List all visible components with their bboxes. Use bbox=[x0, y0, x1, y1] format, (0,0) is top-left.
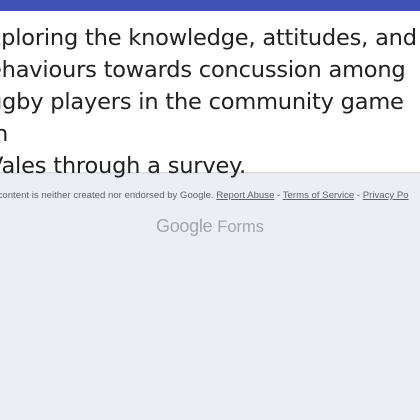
footer-disclaimer: is content is neither created nor endors… bbox=[0, 189, 420, 202]
forms-wordmark: Forms bbox=[217, 218, 264, 236]
terms-of-service-link[interactable]: Terms of Service bbox=[283, 190, 354, 201]
footer-separator: - bbox=[354, 190, 363, 201]
google-wordmark: Google bbox=[156, 216, 213, 236]
google-forms-logo[interactable]: Google Forms bbox=[156, 216, 264, 237]
form-page: xploring the knowledge, attitudes, and e… bbox=[0, 0, 420, 420]
report-abuse-link[interactable]: Report Abuse bbox=[216, 190, 274, 201]
disclaimer-text: is content is neither created nor endors… bbox=[0, 190, 214, 201]
privacy-policy-link[interactable]: Privacy Po bbox=[363, 190, 409, 201]
theme-accent-bar bbox=[0, 0, 420, 11]
form-title-line-2: ehaviours towards concussion among bbox=[0, 57, 406, 83]
form-title-line-1: xploring the knowledge, attitudes, and bbox=[0, 25, 417, 51]
form-title: xploring the knowledge, attitudes, and e… bbox=[0, 22, 420, 182]
form-header-card: xploring the knowledge, attitudes, and e… bbox=[0, 0, 420, 179]
footer-separator: - bbox=[274, 190, 283, 201]
form-title-line-3: ugby players in the community game in bbox=[0, 89, 404, 147]
form-title-line-4: Vales through a survey. bbox=[0, 153, 246, 179]
